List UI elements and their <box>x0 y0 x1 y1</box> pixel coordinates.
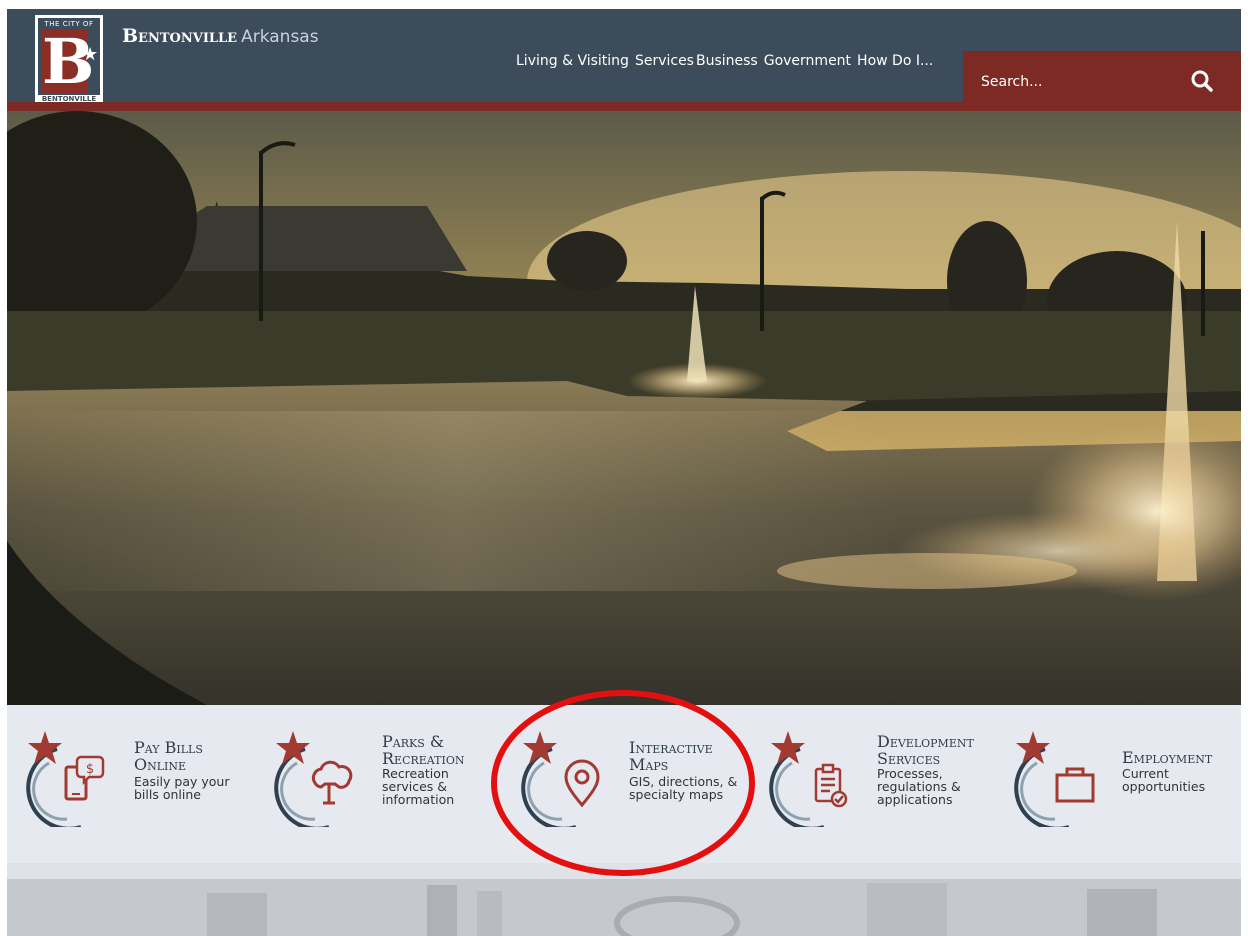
quick-link-desc: applications <box>877 792 953 807</box>
nav-business[interactable]: Business <box>696 53 758 69</box>
brand-city: Bentonville <box>122 25 238 47</box>
nav-living-visiting[interactable]: Living & Visiting <box>516 53 629 69</box>
quick-link-title: Development <box>877 732 974 751</box>
employment-emblem <box>1014 731 1095 827</box>
clipboard-check-icon <box>814 763 848 808</box>
tree-icon <box>311 760 353 805</box>
quick-link-title: Pay Bills <box>134 738 203 757</box>
quick-link-employment[interactable]: Employment Current opportunities <box>1007 705 1241 835</box>
site-header: THE CITY OF B ★ BENTONVILLE Bentonville A… <box>7 9 1241 111</box>
nav-services[interactable]: Services <box>635 53 694 69</box>
site-brand[interactable]: Bentonville Arkansas <box>122 25 319 47</box>
parks-emblem <box>274 731 353 827</box>
page: THE CITY OF B ★ BENTONVILLE Bentonville A… <box>7 9 1241 936</box>
quick-link-title: Parks & <box>382 732 445 751</box>
briefcase-icon <box>1055 767 1095 803</box>
header-accent-stripe <box>7 102 1241 111</box>
development-emblem <box>769 731 848 827</box>
quick-link-title: Online <box>134 755 187 774</box>
quick-link-title: Services <box>877 749 941 768</box>
search-icon[interactable] <box>1189 68 1215 94</box>
fountain-pond-sunset-image <box>7 111 1241 705</box>
quick-link-desc: opportunities <box>1122 779 1206 794</box>
search-input[interactable] <box>979 70 1183 94</box>
city-logo[interactable]: THE CITY OF B ★ BENTONVILLE <box>33 13 105 109</box>
quick-link-title: Employment <box>1122 748 1213 767</box>
nav-government[interactable]: Government <box>764 53 851 69</box>
logo-star-icon: ★ <box>82 44 99 65</box>
brand-state: Arkansas <box>241 27 319 47</box>
hero-image <box>7 111 1241 705</box>
quick-link-desc: bills online <box>134 787 201 802</box>
nav-how-do-i[interactable]: How Do I... <box>857 53 933 69</box>
highlight-circle-annotation <box>491 690 755 876</box>
quick-link-parks-recreation[interactable]: Parks & Recreation Recreation services &… <box>267 705 507 835</box>
quick-link-title: Recreation <box>382 749 465 768</box>
quick-link-desc: information <box>382 792 455 807</box>
bill-pay-phone-icon: $ <box>64 755 105 801</box>
quick-link-development-services[interactable]: Development Services Processes, regulati… <box>762 705 1002 835</box>
main-nav: Living & Visiting Services Business Gove… <box>516 53 939 69</box>
svg-text:$: $ <box>86 762 94 777</box>
pay-bills-emblem: $ <box>26 731 105 827</box>
quick-link-pay-bills[interactable]: $ Pay Bills Online Easily pay your bills… <box>19 705 259 835</box>
